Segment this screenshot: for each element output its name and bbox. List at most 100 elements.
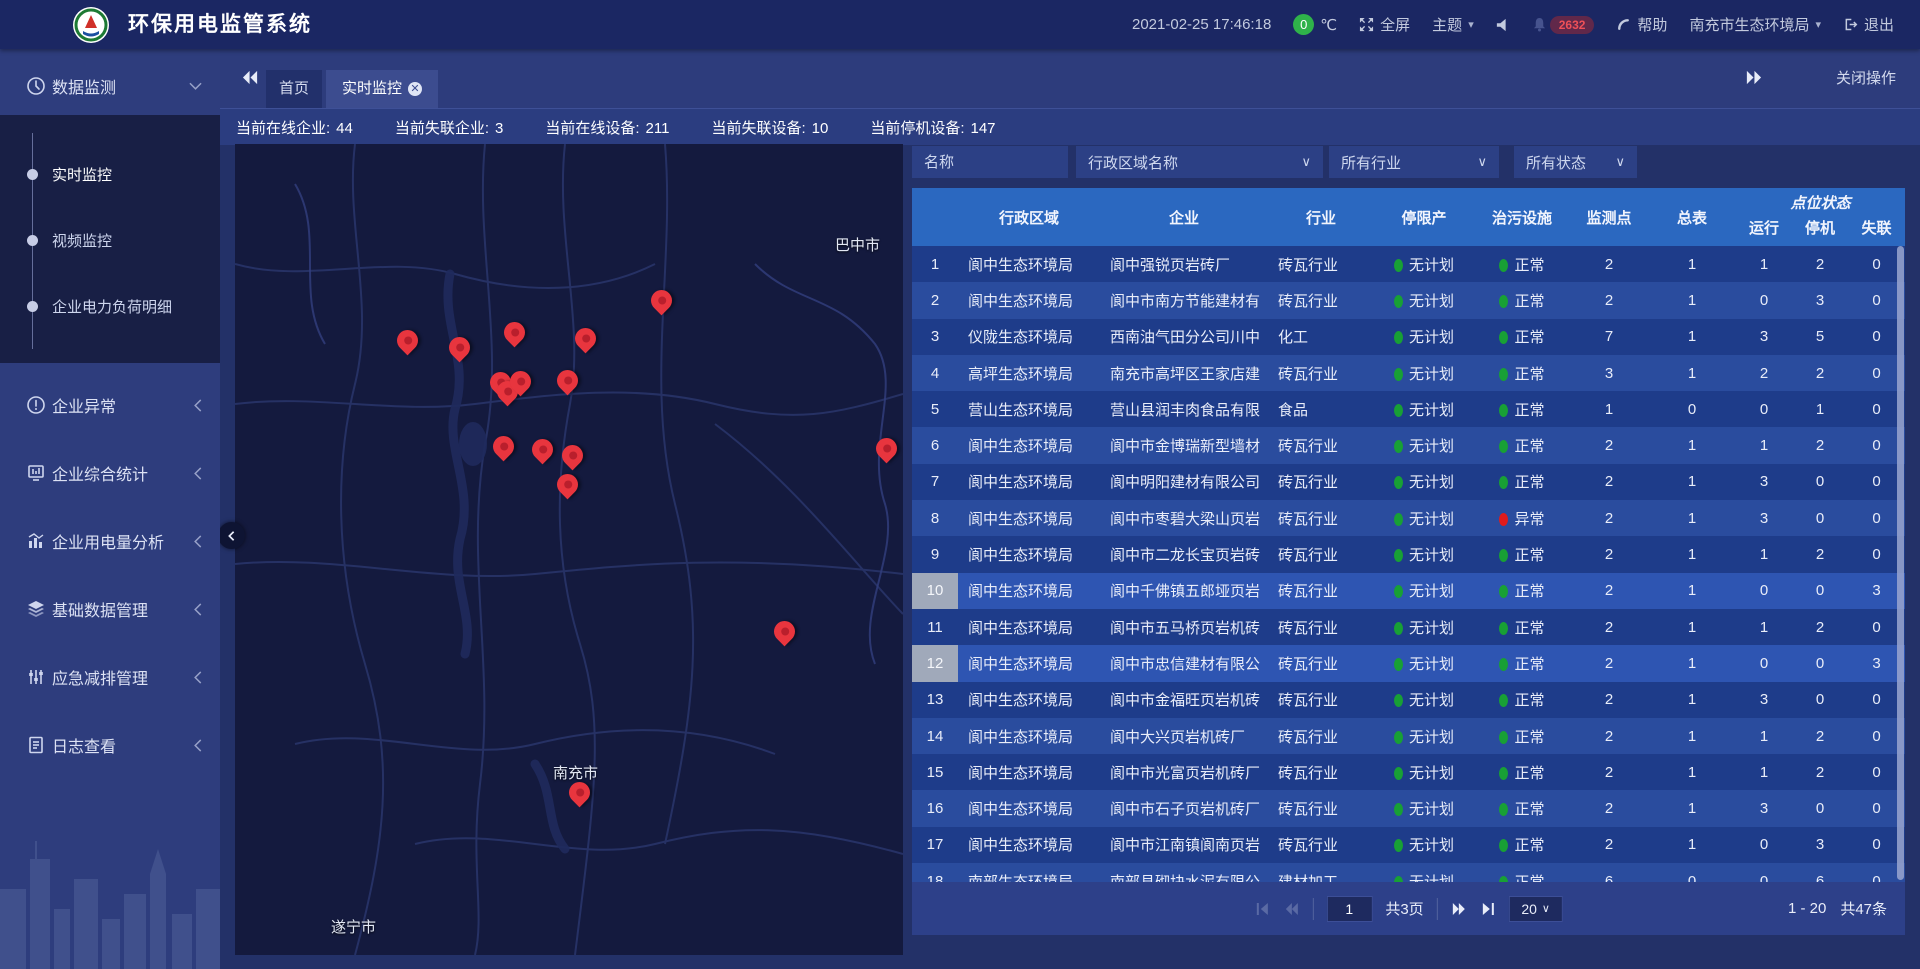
cell-pollution-facility: 正常	[1474, 399, 1570, 420]
table-row[interactable]: 12阆中生态环境局阆中市忠信建材有限公砖瓦行业无计划正常21003	[912, 645, 1905, 681]
table-row[interactable]: 17阆中生态环境局阆中市江南镇阆南页岩砖瓦行业无计划正常21030	[912, 827, 1905, 863]
sound-button[interactable]	[1496, 18, 1510, 32]
table-row[interactable]: 4高坪生态环境局南充市高坪区王家店建砖瓦行业无计划正常31220	[912, 355, 1905, 391]
last-page-button[interactable]	[1480, 901, 1496, 917]
first-page-button[interactable]	[1254, 901, 1270, 917]
tab-realtime-monitoring[interactable]: 实时监控✕	[326, 70, 438, 108]
cell-region: 阆中生态环境局	[958, 834, 1100, 855]
cell-pollution-facility: 正常	[1474, 363, 1570, 384]
cell-industry: 砖瓦行业	[1268, 254, 1374, 275]
table-row[interactable]: 9阆中生态环境局阆中市二龙长宝页岩砖砖瓦行业无计划正常21120	[912, 536, 1905, 572]
page-size-select[interactable]: 20 ∨	[1509, 896, 1563, 922]
chevron-down-icon: ∨	[1477, 154, 1487, 170]
tab-close-icon[interactable]: ✕	[408, 82, 422, 96]
temperature: 0 ℃	[1293, 14, 1337, 35]
cell-pollution-facility: 正常	[1474, 653, 1570, 674]
cell-company: 阆中大兴页岩机砖厂	[1100, 726, 1268, 747]
name-search-input[interactable]	[924, 154, 1056, 171]
tabs-scroll-right-button[interactable]	[1745, 69, 1762, 91]
alert-circle-icon	[26, 395, 46, 415]
sidebar-item-enterprise-abnormal[interactable]: 企业异常	[0, 371, 220, 439]
table-row[interactable]: 8阆中生态环境局阆中市枣碧大梁山页岩砖瓦行业无计划异常21300	[912, 500, 1905, 536]
status-dot-icon	[1499, 803, 1508, 816]
tabs-scroll-left-button[interactable]	[242, 69, 259, 91]
table-row[interactable]: 10阆中生态环境局阆中千佛镇五郎垭页岩砖瓦行业无计划正常21003	[912, 573, 1905, 609]
cell-total-meters: 1	[1648, 582, 1736, 599]
status-select[interactable]: 所有状态 ∨	[1514, 146, 1637, 178]
cell-region: 阆中生态环境局	[958, 617, 1100, 638]
sidebar-item-video-monitoring[interactable]: 视频监控	[0, 207, 220, 273]
notifications-button[interactable]: 2632	[1532, 16, 1595, 34]
status-dot-icon	[1394, 803, 1403, 816]
cell-company: 阆中强锐页岩砖厂	[1100, 254, 1268, 275]
sidebar-item-emergency-reduction[interactable]: 应急减排管理	[0, 643, 220, 711]
sidebar-item-enterprise-statistics[interactable]: 企业综合统计	[0, 439, 220, 507]
table-row[interactable]: 1阆中生态环境局阆中强锐页岩砖厂砖瓦行业无计划正常21120	[912, 246, 1905, 282]
table-row[interactable]: 16阆中生态环境局阆中市石子页岩机砖厂砖瓦行业无计划正常21300	[912, 790, 1905, 826]
theme-dropdown[interactable]: 主题 ▾	[1432, 14, 1474, 35]
cell-limit-production: 无计划	[1374, 290, 1474, 311]
status-dot-icon	[1394, 476, 1403, 489]
sidebar-item-base-data[interactable]: 基础数据管理	[0, 575, 220, 643]
table-row[interactable]: 2阆中生态环境局阆中市南方节能建材有砖瓦行业无计划正常21030	[912, 282, 1905, 318]
cell-company: 阆中市五马桥页岩机砖	[1100, 617, 1268, 638]
total-count-label: 共47条	[1840, 898, 1887, 919]
cell-monitor-points: 2	[1570, 836, 1648, 853]
table-row[interactable]: 11阆中生态环境局阆中市五马桥页岩机砖砖瓦行业无计划正常21120	[912, 609, 1905, 645]
status-dot-icon	[1394, 694, 1403, 707]
cell-limit-production: 无计划	[1374, 726, 1474, 747]
sidebar-item-log-view[interactable]: 日志查看	[0, 711, 220, 779]
status-dot-icon	[1394, 839, 1403, 852]
row-index: 4	[912, 355, 958, 391]
col-facility: 治污设施	[1474, 188, 1570, 246]
table-row[interactable]: 13阆中生态环境局阆中市金福旺页岩机砖砖瓦行业无计划正常21300	[912, 682, 1905, 718]
row-index: 7	[912, 464, 958, 500]
bullet-dot-icon	[27, 301, 38, 312]
cell-total-meters: 1	[1648, 256, 1736, 273]
sidebar-item-data-monitoring[interactable]: 数据监测	[0, 57, 220, 115]
status-dot-icon	[1499, 658, 1508, 671]
logout-icon	[1843, 17, 1858, 32]
cell-running: 3	[1736, 510, 1792, 527]
status-dot-icon	[1394, 585, 1403, 598]
industry-select[interactable]: 所有行业 ∨	[1329, 146, 1499, 178]
logout-button[interactable]: 退出	[1843, 14, 1894, 35]
fullscreen-button[interactable]: 全屏	[1359, 14, 1410, 35]
sidebar-item-power-load-detail[interactable]: 企业电力负荷明细	[0, 273, 220, 339]
row-index: 12	[912, 645, 958, 681]
cell-stopped: 0	[1792, 582, 1848, 599]
chevron-left-icon	[193, 739, 202, 752]
region-select[interactable]: 行政区域名称 ∨	[1076, 146, 1323, 178]
table-row[interactable]: 15阆中生态环境局阆中市光富页岩机砖厂砖瓦行业无计划正常21120	[912, 754, 1905, 790]
sidebar-item-power-analysis[interactable]: 企业用电量分析	[0, 507, 220, 575]
cell-limit-production: 无计划	[1374, 617, 1474, 638]
table-row[interactable]: 14阆中生态环境局阆中大兴页岩机砖厂砖瓦行业无计划正常21120	[912, 718, 1905, 754]
pagination-summary: 1 - 20 共47条	[1788, 882, 1887, 935]
help-button[interactable]: 帮助	[1616, 14, 1667, 35]
organization-dropdown[interactable]: 南充市生态环境局 ▾	[1689, 14, 1821, 35]
close-operations-button[interactable]: 关闭操作	[1836, 49, 1896, 108]
sidebar-item-realtime-monitoring[interactable]: 实时监控	[0, 141, 220, 207]
col-industry: 行业	[1268, 188, 1374, 246]
next-page-button[interactable]	[1451, 901, 1467, 917]
table-row[interactable]: 7阆中生态环境局阆中明阳建材有限公司砖瓦行业无计划正常21300	[912, 464, 1905, 500]
row-index: 5	[912, 391, 958, 427]
tab-home[interactable]: 首页	[266, 70, 322, 108]
cell-pollution-facility: 正常	[1474, 471, 1570, 492]
status-dot-icon	[1499, 476, 1508, 489]
previous-page-button[interactable]	[1283, 901, 1299, 917]
table-row[interactable]: 5营山生态环境局营山县润丰肉食品有限食品无计划正常10010	[912, 391, 1905, 427]
cell-industry: 砖瓦行业	[1268, 290, 1374, 311]
log-icon	[26, 735, 46, 755]
table-row[interactable]: 6阆中生态环境局阆中市金博瑞新型墙材砖瓦行业无计划正常21120	[912, 427, 1905, 463]
tab-bar: 首页 实时监控✕ 关闭操作	[220, 49, 1920, 108]
cell-running: 0	[1736, 655, 1792, 672]
cell-limit-production: 无计划	[1374, 471, 1474, 492]
table-scrollbar[interactable]	[1897, 246, 1904, 880]
cell-region: 阆中生态环境局	[958, 726, 1100, 747]
map-collapse-button[interactable]	[218, 522, 245, 549]
page-number-input[interactable]	[1326, 896, 1372, 922]
map-panel[interactable]: 巴中市南充市遂宁市	[235, 144, 903, 955]
table-row[interactable]: 3仪陇生态环境局西南油气田分公司川中化工无计划正常71350	[912, 319, 1905, 355]
cell-stopped: 0	[1792, 800, 1848, 817]
